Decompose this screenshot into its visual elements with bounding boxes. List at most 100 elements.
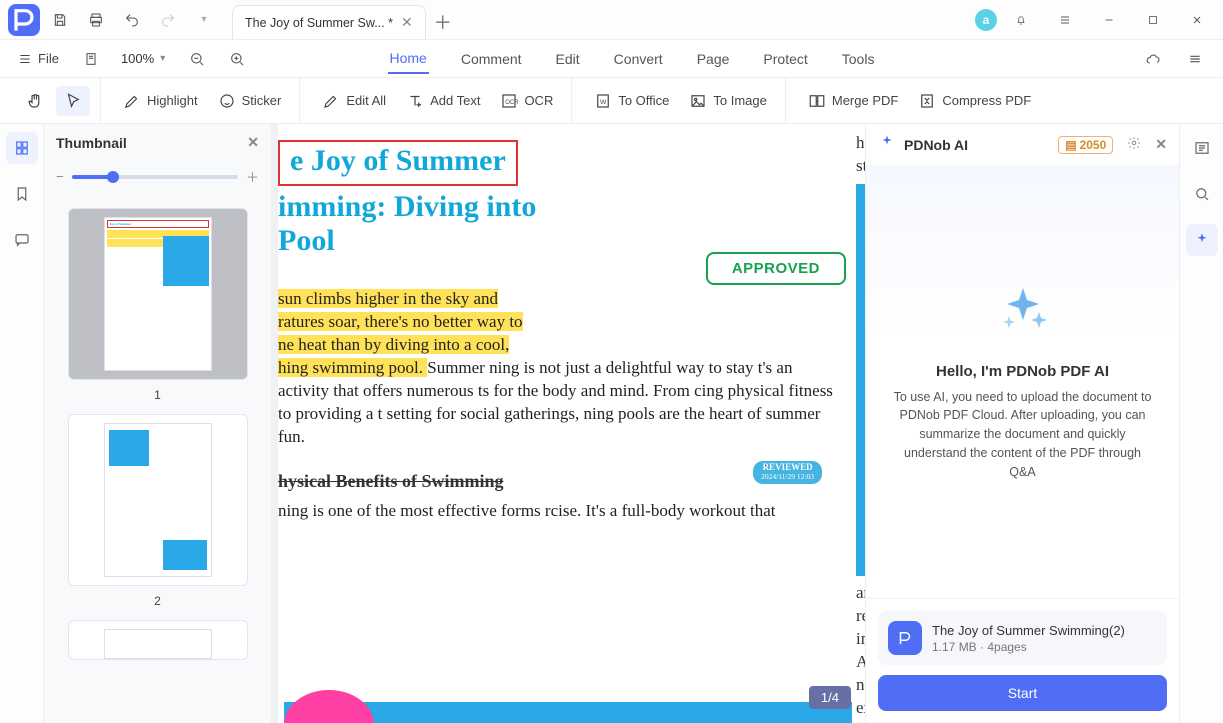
print-icon[interactable] xyxy=(80,4,112,36)
redo-icon[interactable] xyxy=(152,4,184,36)
thumb-zoom-out-icon[interactable]: − xyxy=(56,169,64,184)
search-icon[interactable] xyxy=(1186,178,1218,210)
thumbnails-icon[interactable] xyxy=(6,132,38,164)
page-display-icon[interactable] xyxy=(77,45,105,73)
user-avatar[interactable]: a xyxy=(975,9,997,31)
bell-icon[interactable] xyxy=(1001,4,1041,36)
menu-comment[interactable]: Comment xyxy=(459,45,524,73)
ai-file-meta: 1.17 MB · 4pages xyxy=(932,640,1125,654)
thumbnail-page-1[interactable]: Joy of Summer xyxy=(68,208,248,380)
document-tab-label: The Joy of Summer Sw... * xyxy=(245,16,393,30)
doc-title-line2: imming: Diving into xyxy=(278,190,834,224)
doc-heading-2: hysical Benefits of Swimming REVIEWED202… xyxy=(278,471,834,492)
ai-title: PDNob AI xyxy=(904,137,968,153)
compress-pdf-tool[interactable]: Compress PDF xyxy=(910,86,1039,116)
ai-description: To use AI, you need to upload the docume… xyxy=(890,388,1155,482)
ai-large-sparkle-icon xyxy=(991,282,1055,349)
ai-footer: The Joy of Summer Swimming(2) 1.17 MB · … xyxy=(866,598,1179,723)
edit-all-tool[interactable]: Edit All xyxy=(314,86,394,116)
menu-protect[interactable]: Protect xyxy=(761,45,809,73)
doc-title-line3: Pool xyxy=(278,224,335,258)
pool-image xyxy=(856,184,865,576)
ai-file-card: The Joy of Summer Swimming(2) 1.17 MB · … xyxy=(878,611,1167,665)
ai-icon[interactable] xyxy=(1186,224,1218,256)
thumb-zoom-in-icon[interactable]: ＋ xyxy=(246,167,259,186)
ai-token-badge[interactable]: ▤ 2050 xyxy=(1058,136,1113,154)
to-office-tool[interactable]: WTo Office xyxy=(586,86,677,116)
highlight-tool[interactable]: Highlight xyxy=(115,86,206,116)
svg-text:OCR: OCR xyxy=(506,100,519,106)
add-tab-button[interactable]: ＋ xyxy=(434,5,452,39)
zoom-caret-icon: ▾ xyxy=(160,53,165,64)
thumbnail-title: Thumbnail xyxy=(56,135,127,151)
menu-home[interactable]: Home xyxy=(388,44,429,74)
ocr-tool[interactable]: OCROCR xyxy=(492,86,561,116)
ai-panel-header: PDNob AI ▤ 2050 ✕ xyxy=(866,124,1179,165)
sticker-tool[interactable]: Sticker xyxy=(210,86,290,116)
document-tab[interactable]: The Joy of Summer Sw... * ✕ xyxy=(232,5,426,39)
ai-sparkle-icon xyxy=(878,134,896,155)
bookmarks-icon[interactable] xyxy=(6,178,38,210)
ai-settings-icon[interactable] xyxy=(1127,136,1141,153)
add-text-tool[interactable]: Add Text xyxy=(398,86,488,116)
menu-icon[interactable] xyxy=(1045,4,1085,36)
title-bar: ▾ The Joy of Summer Sw... * ✕ ＋ a xyxy=(0,0,1223,40)
comments-icon[interactable] xyxy=(6,224,38,256)
home-toolbar: Highlight Sticker Edit All Add Text OCRO… xyxy=(0,78,1223,124)
left-sidebar-strip xyxy=(0,124,44,723)
file-menu-label: File xyxy=(38,51,59,66)
close-tab-icon[interactable]: ✕ xyxy=(401,14,413,31)
thumbnail-close-icon[interactable]: ✕ xyxy=(247,134,259,151)
menu-edit[interactable]: Edit xyxy=(554,45,582,73)
pdf-chip-icon xyxy=(888,621,922,655)
ai-close-icon[interactable]: ✕ xyxy=(1155,136,1167,153)
right-sidebar-strip xyxy=(1179,124,1223,723)
zoom-in-icon[interactable] xyxy=(221,43,253,75)
thumbnail-label-1: 1 xyxy=(56,388,259,402)
hand-tool[interactable] xyxy=(18,86,52,116)
file-menu[interactable]: File xyxy=(8,47,69,70)
more-menu-icon[interactable] xyxy=(1179,43,1211,75)
thumbnail-page-3[interactable] xyxy=(68,620,248,660)
thumbnail-zoom: − ＋ xyxy=(44,161,271,196)
to-image-tool[interactable]: To Image xyxy=(681,86,774,116)
thumbnail-zoom-slider[interactable] xyxy=(72,175,238,179)
ai-body: Hello, I'm PDNob PDF AI To use AI, you n… xyxy=(866,165,1179,598)
close-window-icon[interactable] xyxy=(1177,4,1217,36)
document-view[interactable]: e Joy of Summer imming: Diving into Pool… xyxy=(272,124,865,723)
menu-page[interactable]: Page xyxy=(695,45,732,73)
menu-convert[interactable]: Convert xyxy=(612,45,665,73)
minimize-icon[interactable] xyxy=(1089,4,1129,36)
properties-icon[interactable] xyxy=(1186,132,1218,164)
ai-start-button[interactable]: Start xyxy=(878,675,1167,711)
zoom-value: 100% xyxy=(121,51,154,66)
zoom-out-icon[interactable] xyxy=(181,43,213,75)
thumbnail-panel: Thumbnail ✕ − ＋ Joy of Summer 1 2 xyxy=(44,124,272,723)
undo-icon[interactable] xyxy=(116,4,148,36)
thumbnail-page-2[interactable] xyxy=(68,414,248,586)
app-logo xyxy=(8,4,40,36)
main-area: Thumbnail ✕ − ＋ Joy of Summer 1 2 e Joy … xyxy=(0,124,1223,723)
page-indicator[interactable]: 1/4 xyxy=(809,686,851,709)
merge-pdf-tool[interactable]: Merge PDF xyxy=(800,86,906,116)
doc-column-2: health. Regular swimming sessions can st… xyxy=(852,124,865,723)
cloud-icon[interactable] xyxy=(1137,43,1169,75)
ai-hello: Hello, I'm PDNob PDF AI xyxy=(936,363,1109,380)
approved-stamp: APPROVED xyxy=(706,252,846,285)
ai-file-name: The Joy of Summer Swimming(2) xyxy=(932,623,1125,638)
maximize-icon[interactable] xyxy=(1133,4,1173,36)
titlebar-caret-icon[interactable]: ▾ xyxy=(188,4,220,36)
doc-paragraph-2: ning is one of the most effective forms … xyxy=(278,500,834,523)
ai-panel: PDNob AI ▤ 2050 ✕ Hello, I'm PDNob PDF A… xyxy=(865,124,1179,723)
select-tool[interactable] xyxy=(56,86,90,116)
document-page: e Joy of Summer imming: Diving into Pool… xyxy=(278,124,852,723)
menu-bar: File 100% ▾ Home Comment Edit Convert Pa… xyxy=(0,40,1223,78)
zoom-combo[interactable]: 100% ▾ xyxy=(113,49,173,68)
thumbnail-list[interactable]: Joy of Summer 1 2 xyxy=(44,196,271,723)
thumbnail-label-2: 2 xyxy=(56,594,259,608)
save-icon[interactable] xyxy=(44,4,76,36)
menu-tools[interactable]: Tools xyxy=(840,45,877,73)
reviewed-stamp: REVIEWED2024/11/29 12:03 xyxy=(753,461,822,485)
svg-text:W: W xyxy=(600,99,607,106)
doc-paragraph-1: sun climbs higher in the sky and ratures… xyxy=(278,288,834,449)
